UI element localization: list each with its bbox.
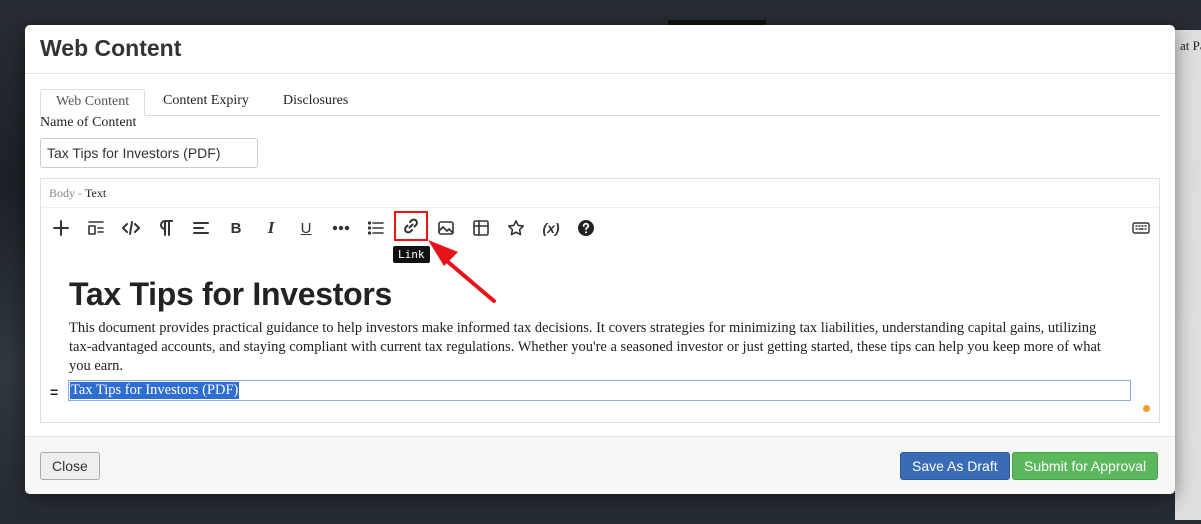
help-icon[interactable] — [573, 215, 599, 241]
bold-glyph: B — [230, 219, 242, 237]
variable-glyph: (x) — [542, 220, 560, 236]
bold-icon[interactable]: B — [223, 215, 249, 241]
name-of-content-input[interactable]: Tax Tips for Investors (PDF) — [40, 138, 258, 168]
selected-text[interactable]: Tax Tips for Investors (PDF) — [70, 382, 240, 399]
web-content-modal: Web Content Web Content Content Expiry D… — [25, 25, 1175, 494]
tab-content-expiry[interactable]: Content Expiry — [148, 89, 264, 114]
image-icon[interactable] — [433, 215, 459, 241]
more-icon[interactable] — [328, 215, 354, 241]
add-icon[interactable] — [48, 215, 74, 241]
close-button[interactable]: Close — [40, 452, 100, 480]
document-paragraph[interactable]: This document provides practical guidanc… — [69, 319, 1119, 376]
link-icon[interactable] — [394, 211, 428, 241]
editor-label-prefix: Body - — [49, 186, 82, 200]
tab-disclosures[interactable]: Disclosures — [268, 89, 363, 114]
keyboard-icon[interactable] — [1128, 215, 1154, 241]
editor-divider — [41, 207, 1159, 208]
tab-web-content[interactable]: Web Content — [40, 89, 146, 116]
block-format-icon[interactable] — [83, 215, 109, 241]
table-icon[interactable] — [468, 215, 494, 241]
link-tooltip: Link — [393, 246, 430, 263]
align-icon[interactable] — [188, 215, 214, 241]
save-as-draft-button[interactable]: Save As Draft — [900, 452, 1010, 480]
modal-footer: Close Save As Draft Submit for Approval — [25, 436, 1175, 494]
modal-title: Web Content — [40, 35, 182, 61]
star-icon[interactable] — [503, 215, 529, 241]
tab-bar: Web Content Content Expiry Disclosures — [40, 89, 1160, 116]
submit-for-approval-button[interactable]: Submit for Approval — [1012, 452, 1159, 480]
variable-icon[interactable]: (x) — [538, 215, 564, 241]
block-drag-handle[interactable]: = — [50, 384, 58, 400]
editor-label-type: Text — [85, 186, 107, 200]
backdrop-text: at Pa — [1180, 38, 1201, 53]
backdrop-panel — [1175, 30, 1201, 520]
document-heading[interactable]: Tax Tips for Investors — [69, 276, 392, 313]
modal-header: Web Content — [25, 25, 1175, 74]
source-code-icon[interactable] — [118, 215, 144, 241]
name-of-content-label: Name of Content — [40, 115, 137, 130]
italic-icon[interactable]: I — [258, 215, 284, 241]
editor-label: Body - Text — [49, 186, 106, 201]
body-editor: Body - Text B I U (x) Link Tax Tips for … — [40, 178, 1160, 423]
paragraph-icon[interactable] — [153, 215, 179, 241]
underline-icon[interactable]: U — [293, 215, 319, 241]
underline-glyph: U — [300, 219, 312, 237]
status-dot — [1143, 405, 1150, 412]
list-icon[interactable] — [363, 215, 389, 241]
italic-glyph: I — [267, 218, 275, 237]
selected-block[interactable]: Tax Tips for Investors (PDF) — [68, 380, 1131, 401]
